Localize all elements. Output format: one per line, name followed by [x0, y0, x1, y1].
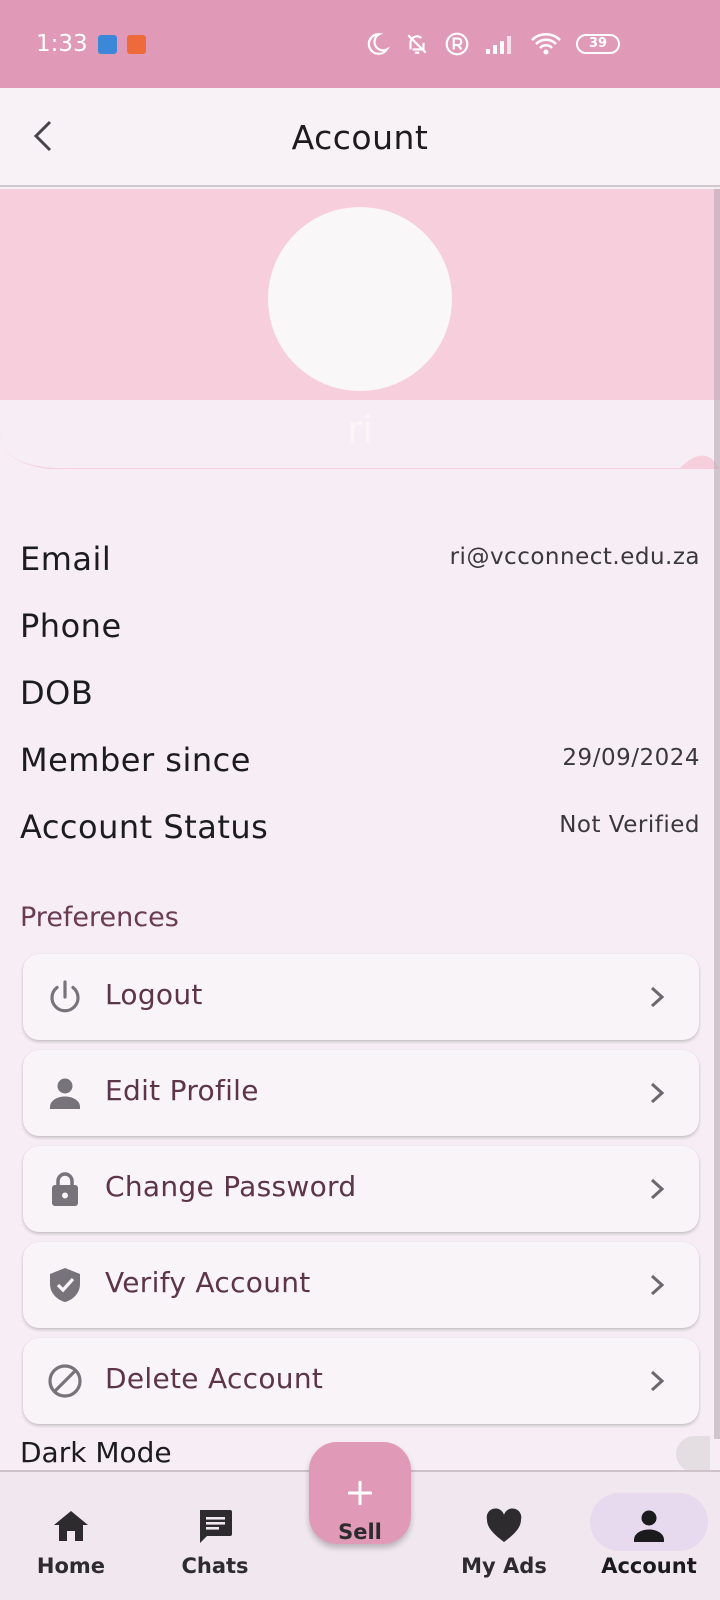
chevron-right-icon — [650, 986, 665, 1008]
account-screen: 1:33 39 Account ri Email ri@vcconnect.ed… — [0, 0, 720, 1600]
shield-check-icon — [50, 1268, 80, 1302]
chevron-right-icon — [650, 1274, 665, 1296]
nav-sell-label: Sell — [338, 1520, 382, 1544]
verify-account-label: Verify Account — [105, 1266, 311, 1299]
nav-sell[interactable]: Sell — [290, 1470, 430, 1550]
heart-icon — [486, 1508, 522, 1542]
dark-mode-label: Dark Mode — [20, 1436, 172, 1469]
email-label: Email — [20, 540, 112, 578]
member-since-label: Member since — [20, 741, 251, 779]
account-status-value: Not Verified — [559, 812, 700, 838]
edit-profile-button[interactable]: Edit Profile — [23, 1050, 699, 1136]
chevron-right-icon — [650, 1082, 665, 1104]
delete-account-label: Delete Account — [105, 1362, 324, 1395]
nav-my-ads[interactable]: My Ads — [434, 1470, 574, 1600]
signal-icon — [486, 36, 511, 54]
chat-icon — [200, 1510, 232, 1543]
power-icon — [50, 980, 80, 1013]
person-icon — [50, 1078, 80, 1109]
change-password-button[interactable]: Change Password — [23, 1146, 699, 1232]
nav-my-ads-label: My Ads — [461, 1554, 547, 1578]
member-since-row: Member since 29/09/2024 — [20, 741, 700, 791]
edit-profile-label: Edit Profile — [105, 1074, 259, 1107]
nav-account-label: Account — [601, 1554, 697, 1578]
notification-app-icon — [97, 34, 117, 54]
preferences-title: Preferences — [20, 902, 179, 933]
block-icon — [48, 1364, 82, 1398]
chevron-right-icon — [650, 1178, 665, 1200]
delete-account-button[interactable]: Delete Account — [23, 1338, 699, 1424]
status-left: 1:33 — [36, 31, 146, 57]
chevron-right-icon — [650, 1370, 665, 1392]
status-time: 1:33 — [36, 31, 88, 57]
status-right: 39 — [364, 31, 620, 57]
dark-mode-toggle[interactable] — [676, 1436, 710, 1472]
logout-label: Logout — [105, 978, 203, 1011]
person-icon — [634, 1510, 664, 1542]
account-status-label: Account Status — [20, 808, 269, 846]
lock-icon — [52, 1172, 78, 1206]
nav-account[interactable]: Account — [579, 1470, 719, 1600]
dob-label: DOB — [20, 674, 94, 712]
avatar[interactable] — [268, 207, 452, 391]
logout-button[interactable]: Logout — [23, 954, 699, 1040]
nav-home[interactable]: Home — [1, 1470, 141, 1600]
recording-app-icon — [126, 34, 146, 54]
scrollbar[interactable] — [714, 189, 720, 1439]
account-status-row: Account Status Not Verified — [20, 808, 700, 858]
verify-account-button[interactable]: Verify Account — [23, 1242, 699, 1328]
app-bar: Account — [0, 88, 720, 187]
status-bar: 1:33 39 — [0, 0, 720, 88]
nav-home-label: Home — [36, 1554, 106, 1578]
email-value: ri@vcconnect.edu.za — [449, 544, 700, 570]
nav-chats-label: Chats — [181, 1554, 249, 1578]
email-row: Email ri@vcconnect.edu.za — [20, 540, 700, 590]
dob-row: DOB — [20, 674, 700, 724]
change-password-label: Change Password — [105, 1170, 357, 1203]
profile-name: ri — [346, 408, 374, 452]
nav-chats[interactable]: Chats — [145, 1470, 285, 1600]
wifi-icon — [531, 33, 561, 55]
page-title: Account — [291, 118, 429, 157]
member-since-value: 29/09/2024 — [562, 745, 700, 771]
registered-icon — [445, 32, 469, 56]
home-icon — [54, 1511, 88, 1541]
phone-row: Phone — [20, 607, 700, 657]
battery-icon: 39 — [576, 34, 620, 54]
moon-icon — [367, 33, 390, 55]
phone-label: Phone — [20, 607, 122, 645]
bell-off-icon — [407, 34, 427, 54]
